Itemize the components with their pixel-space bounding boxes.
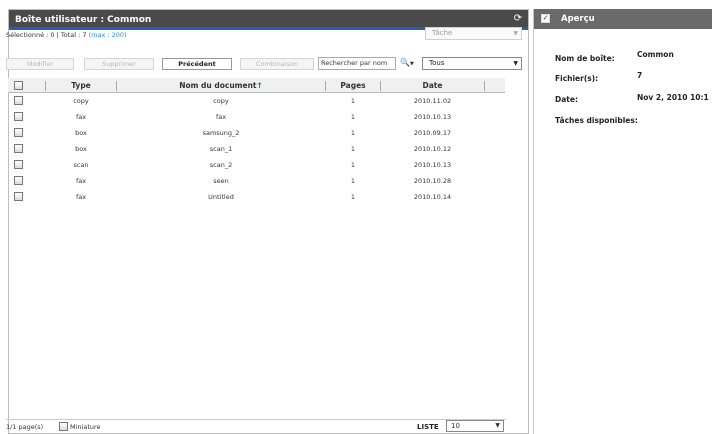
cell-date: 2010.10.12 — [413, 145, 452, 153]
cell-name: samsung_2 — [202, 129, 240, 137]
document-table: Type Nom du document↑ Pages Date copy cop… — [8, 78, 505, 205]
cell-pages: 1 — [350, 129, 356, 137]
chevron-down-icon: ▼ — [513, 60, 518, 67]
chevron-down-icon: ▼ — [513, 30, 518, 37]
cell-name: scan_1 — [209, 145, 233, 153]
modify-button[interactable]: Modifier — [6, 58, 74, 70]
cell-pages: 1 — [350, 177, 356, 185]
table-row[interactable]: fax seen 1 2010.10.28 — [8, 173, 505, 189]
tasks-label: Tâches disponibles: — [555, 116, 638, 125]
files-label: Fichier(s): — [555, 74, 599, 83]
table-row[interactable]: fax Untitled 1 2010.10.14 — [8, 189, 505, 205]
preview-panel: ✓ Aperçu Nom de boîte: Common Fichier(s)… — [533, 9, 712, 434]
app-window: Boîte utilisateur : Common ⟳ Sélectionné… — [0, 0, 712, 434]
selection-status: Sélectionné : 0 | Total : 7 (max : 200) — [6, 31, 127, 39]
search-input[interactable]: Rechercher par nom — [318, 57, 396, 70]
table-row[interactable]: box samsung_2 1 2010.09.17 — [8, 125, 505, 141]
row-checkbox[interactable] — [14, 176, 23, 185]
box-name-label: Nom de boîte: — [555, 54, 615, 63]
sort-arrow-icon: ↑ — [256, 81, 263, 90]
cell-type: scan — [73, 161, 89, 169]
cell-type: copy — [73, 97, 89, 105]
panel-title: Boîte utilisateur : Common — [15, 15, 152, 25]
cell-pages: 1 — [350, 193, 356, 201]
table-header: Type Nom du document↑ Pages Date — [8, 78, 505, 93]
select-all-checkbox[interactable] — [14, 81, 23, 90]
row-checkbox[interactable] — [14, 112, 23, 121]
row-checkbox[interactable] — [14, 96, 23, 105]
cell-date: 2010.10.13 — [413, 113, 452, 121]
row-checkbox[interactable] — [14, 192, 23, 201]
table-footer: 1/1 page(s) Miniature LISTE 10 ▼ — [6, 419, 506, 433]
list-label: LISTE — [417, 423, 439, 431]
max-count: (max : 200) — [88, 31, 127, 39]
cell-date: 2010.10.28 — [413, 177, 452, 185]
cell-pages: 1 — [350, 161, 356, 169]
chevron-down-icon: ▼ — [409, 61, 414, 67]
column-header-type[interactable]: Type — [46, 78, 116, 93]
cell-type: fax — [75, 193, 87, 201]
thumbnail-checkbox[interactable] — [59, 422, 68, 431]
column-header-name-label: Nom du document — [179, 81, 257, 90]
task-select[interactable]: Tâche ▼ — [425, 27, 522, 40]
search-button[interactable]: 🔍▼ — [400, 57, 420, 70]
delete-button[interactable]: Supprimer — [84, 58, 154, 70]
row-checkbox[interactable] — [14, 160, 23, 169]
box-name-value: Common — [637, 50, 674, 59]
column-header-pages[interactable]: Pages — [326, 78, 380, 93]
previous-button[interactable]: Précédent — [162, 58, 232, 70]
cell-date: 2010.10.13 — [413, 161, 452, 169]
row-checkbox[interactable] — [14, 144, 23, 153]
cell-pages: 1 — [350, 145, 356, 153]
table-row[interactable]: fax fax 1 2010.10.13 — [8, 109, 505, 125]
cell-name: fax — [215, 113, 227, 121]
cell-type: fax — [75, 177, 87, 185]
filter-select[interactable]: Tous ▼ — [422, 57, 522, 70]
preview-header: ✓ Aperçu — [534, 9, 712, 29]
column-header-date[interactable]: Date — [381, 78, 484, 93]
cell-date: 2010.09.17 — [413, 129, 452, 137]
preview-title: Aperçu — [561, 14, 595, 24]
cell-name: Untitled — [208, 193, 234, 201]
cell-name: copy — [213, 97, 229, 105]
page-size-select[interactable]: 10 ▼ — [446, 420, 504, 432]
thumbnail-label: Miniature — [70, 423, 101, 431]
cell-type: box — [75, 145, 87, 153]
table-row[interactable]: box scan_1 1 2010.10.12 — [8, 141, 505, 157]
cell-type: fax — [75, 113, 87, 121]
page-size-value: 10 — [451, 422, 460, 430]
column-divider — [484, 81, 485, 91]
cell-pages: 1 — [350, 113, 356, 121]
filter-select-value: Tous — [429, 59, 445, 67]
task-select-value: Tâche — [432, 29, 453, 37]
refresh-icon[interactable]: ⟳ — [512, 13, 524, 25]
chevron-down-icon: ▼ — [495, 422, 500, 429]
combine-button[interactable]: Combinaison — [240, 58, 314, 70]
row-checkbox[interactable] — [14, 128, 23, 137]
selected-count: Sélectionné : 0 — [6, 31, 55, 39]
cell-type: box — [75, 129, 87, 137]
cell-date: 2010.10.14 — [413, 193, 452, 201]
page-count: 1/1 page(s) — [6, 423, 44, 431]
date-value: Nov 2, 2010 10:1 — [637, 93, 709, 102]
user-box-panel: Boîte utilisateur : Common ⟳ — [8, 9, 529, 434]
cell-date: 2010.11.02 — [413, 97, 452, 105]
search-icon: 🔍 — [400, 58, 410, 67]
cell-name: scan_2 — [209, 161, 233, 169]
column-header-name[interactable]: Nom du document↑ — [117, 78, 325, 93]
table-row[interactable]: copy copy 1 2010.11.02 — [8, 93, 505, 109]
date-label: Date: — [555, 95, 578, 104]
total-count: Total : 7 — [60, 31, 87, 39]
cell-pages: 1 — [350, 97, 356, 105]
cell-name: seen — [213, 177, 229, 185]
files-value: 7 — [637, 71, 643, 80]
table-body: copy copy 1 2010.11.02 fax fax 1 2010.10.13 box s… — [8, 93, 505, 205]
table-row[interactable]: scan scan_2 1 2010.10.13 — [8, 157, 505, 173]
preview-toggle-checkbox[interactable]: ✓ — [541, 14, 550, 23]
